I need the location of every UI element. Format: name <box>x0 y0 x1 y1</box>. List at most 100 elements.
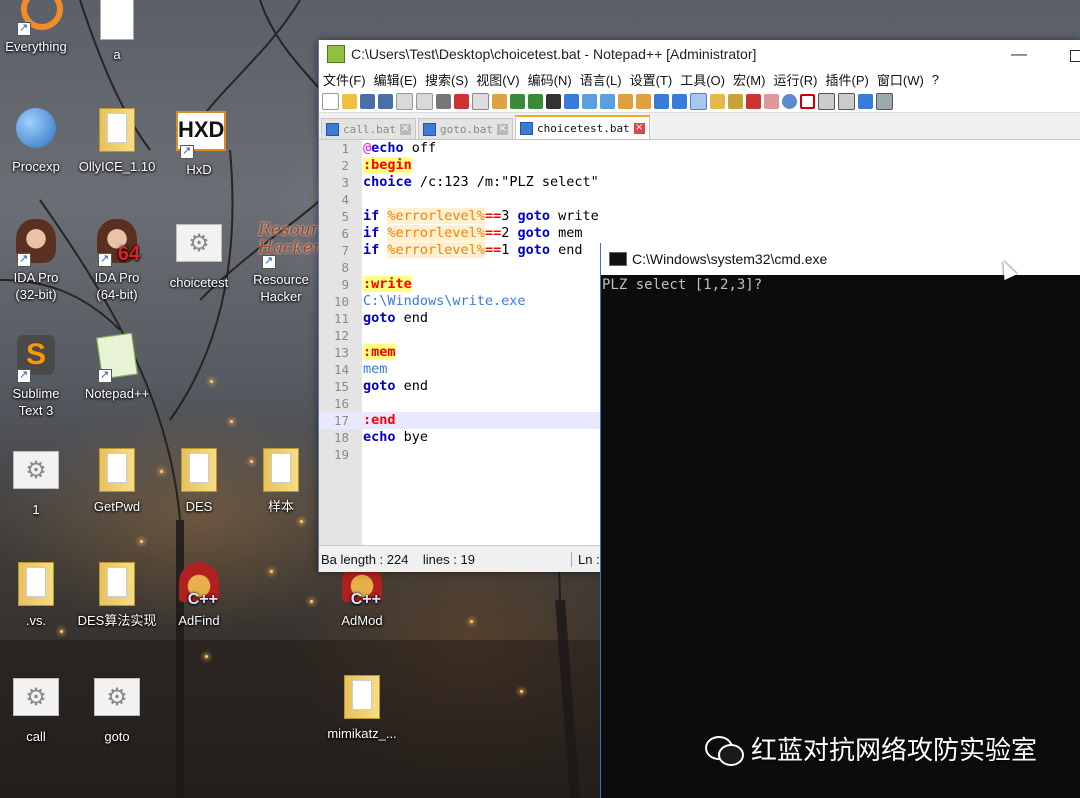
close-icon[interactable] <box>396 92 413 110</box>
save-macro-icon[interactable] <box>876 92 893 110</box>
find-icon[interactable] <box>546 93 561 109</box>
paste-icon[interactable] <box>492 93 507 109</box>
menu-macro[interactable]: 宏(M) <box>733 70 766 89</box>
desktop-icon-label: HxD <box>186 162 212 177</box>
menu-plugins[interactable]: 插件(P) <box>826 70 869 89</box>
code-line: 5 if %errorlevel%==3 goto write <box>341 208 599 224</box>
desktop-icon-notepadpp[interactable]: Notepad++ <box>77 332 157 402</box>
desktop-icon-procexp[interactable]: Procexp <box>0 106 76 175</box>
desktop-icon-ida64[interactable]: 64 IDA Pro (64-bit) <box>77 219 157 303</box>
menu-search[interactable]: 搜索(S) <box>425 70 468 89</box>
sync-horizontal-icon[interactable] <box>636 93 651 109</box>
maximize-button[interactable] <box>1070 50 1080 62</box>
desktop-icon-label: 1 <box>32 502 40 517</box>
code-line: 4 <box>341 192 349 207</box>
tab-close-icon[interactable]: × <box>496 123 508 135</box>
tab-choicetest-bat[interactable]: choicetest.bat × <box>514 115 650 139</box>
desktop-icon-samples[interactable]: 样本 <box>241 446 321 515</box>
desktop-icon-hxd[interactable]: HXD HxD <box>159 106 239 178</box>
new-file-icon[interactable] <box>322 92 339 110</box>
open-folder-icon[interactable] <box>342 93 357 109</box>
sync-vertical-icon[interactable] <box>618 93 633 109</box>
cmd-app-icon <box>609 252 627 266</box>
tab-close-icon[interactable]: × <box>633 122 645 134</box>
save-all-icon[interactable] <box>378 93 393 109</box>
desktop-icon-label: GetPwd <box>93 499 141 514</box>
desktop-icon-label: Everything <box>5 39 67 54</box>
desktop-icon-ollyice[interactable]: OllyICE_1.10 <box>77 106 157 175</box>
play-macro-icon[interactable] <box>838 92 855 110</box>
desktop-icon-call[interactable]: ⚙ call <box>0 673 76 745</box>
desktop-icon-label: a <box>113 47 121 62</box>
record-macro-icon[interactable] <box>800 93 815 109</box>
ida-64-icon: 64 <box>94 219 140 268</box>
menu-settings[interactable]: 设置(T) <box>630 70 673 89</box>
function-list-icon[interactable] <box>728 93 743 109</box>
notepadpp-titlebar[interactable]: C:\Users\Test\Desktop\choicetest.bat - N… <box>319 40 1080 68</box>
desktop-icon-label: Notepad++ <box>84 386 150 401</box>
desktop-icon-label: IDA Pro (64-bit) <box>94 270 140 302</box>
folder-icon <box>13 562 59 608</box>
doc-map-icon[interactable] <box>710 93 725 109</box>
desktop-icon-1[interactable]: ⚙ 1 <box>0 446 76 518</box>
desktop-icon-mimikatz[interactable]: mimikatz_... <box>322 673 402 742</box>
desktop-icon-a[interactable]: a <box>77 0 157 63</box>
desktop-icon-ida32[interactable]: IDA Pro (32-bit) <box>0 219 76 303</box>
save-icon <box>422 122 436 136</box>
desktop-icon-des-impl[interactable]: DES算法实现 <box>77 560 157 629</box>
copy-icon[interactable] <box>472 92 489 110</box>
desktop-icon-resource-hacker[interactable]: ResourceHacker Resource Hacker <box>241 219 338 305</box>
eye-icon[interactable] <box>782 93 797 109</box>
menu-tools[interactable]: 工具(O) <box>680 70 725 89</box>
menu-view[interactable]: 视图(V) <box>476 70 519 89</box>
menu-run[interactable]: 运行(R) <box>773 70 817 89</box>
menu-window[interactable]: 窗口(W) <box>877 70 924 89</box>
tab-bar: call.bat × goto.bat × choicetest.bat × <box>319 113 1080 140</box>
desktop-icon-choicetest[interactable]: ⚙ choicetest <box>159 219 239 291</box>
folder-as-workspace-icon[interactable] <box>746 93 761 109</box>
run-macro-multiple-icon[interactable] <box>858 93 873 109</box>
desktop-icon-goto[interactable]: ⚙ goto <box>77 673 157 745</box>
tab-close-icon[interactable]: × <box>399 123 411 135</box>
code-line: 6 if %errorlevel%==2 goto mem <box>341 225 583 241</box>
undo-icon[interactable] <box>510 93 525 109</box>
monitoring-icon[interactable] <box>764 93 779 109</box>
zoom-out-icon[interactable] <box>600 93 615 109</box>
show-all-chars-icon[interactable] <box>672 93 687 109</box>
replace-icon[interactable] <box>564 93 579 109</box>
code-line: 2:begin <box>341 157 412 173</box>
menu-help[interactable]: ? <box>932 72 939 87</box>
menu-language[interactable]: 语言(L) <box>580 70 622 89</box>
cut-icon[interactable] <box>454 93 469 109</box>
minimize-button[interactable]: — <box>1011 46 1029 64</box>
tab-goto-bat[interactable]: goto.bat × <box>417 118 513 139</box>
menu-edit[interactable]: 编辑(E) <box>374 70 417 89</box>
code-line: 1 @echo off <box>341 140 437 156</box>
desktop-icon-adfind[interactable]: C++ AdFind <box>159 560 239 629</box>
desktop-icon-everything[interactable]: Everything <box>0 0 76 55</box>
shortcut-arrow-icon <box>98 367 112 384</box>
close-all-icon[interactable] <box>416 92 433 110</box>
menu-encoding[interactable]: 编码(N) <box>528 70 572 89</box>
desktop-icon-vs[interactable]: .vs. <box>0 560 76 629</box>
folder-icon <box>176 448 222 494</box>
batch-gear-icon: ⚙ <box>13 451 59 497</box>
redo-icon[interactable] <box>528 93 543 109</box>
tab-label: goto.bat <box>439 122 493 136</box>
stop-macro-icon[interactable] <box>818 92 835 110</box>
word-wrap-icon[interactable] <box>654 93 669 109</box>
zoom-in-icon[interactable] <box>582 93 597 109</box>
desktop-icon-label: choicetest <box>169 275 229 290</box>
folder-icon <box>339 675 385 721</box>
menu-file[interactable]: 文件(F) <box>323 70 366 89</box>
ida-icon <box>13 219 59 268</box>
tab-call-bat[interactable]: call.bat × <box>321 118 416 139</box>
print-icon[interactable] <box>436 93 451 109</box>
indent-guide-icon[interactable] <box>690 92 707 110</box>
save-icon[interactable] <box>360 93 375 109</box>
desktop-icon-sublime[interactable]: S Sublime Text 3 <box>0 333 76 419</box>
desktop-icon-getpwd[interactable]: GetPwd <box>77 446 157 515</box>
cmd-window[interactable]: C:\Windows\system32\cmd.exe PLZ select [… <box>600 243 1080 798</box>
desktop-icon-des[interactable]: DES <box>159 446 239 515</box>
desktop-icon-label: Resource Hacker <box>253 272 309 304</box>
